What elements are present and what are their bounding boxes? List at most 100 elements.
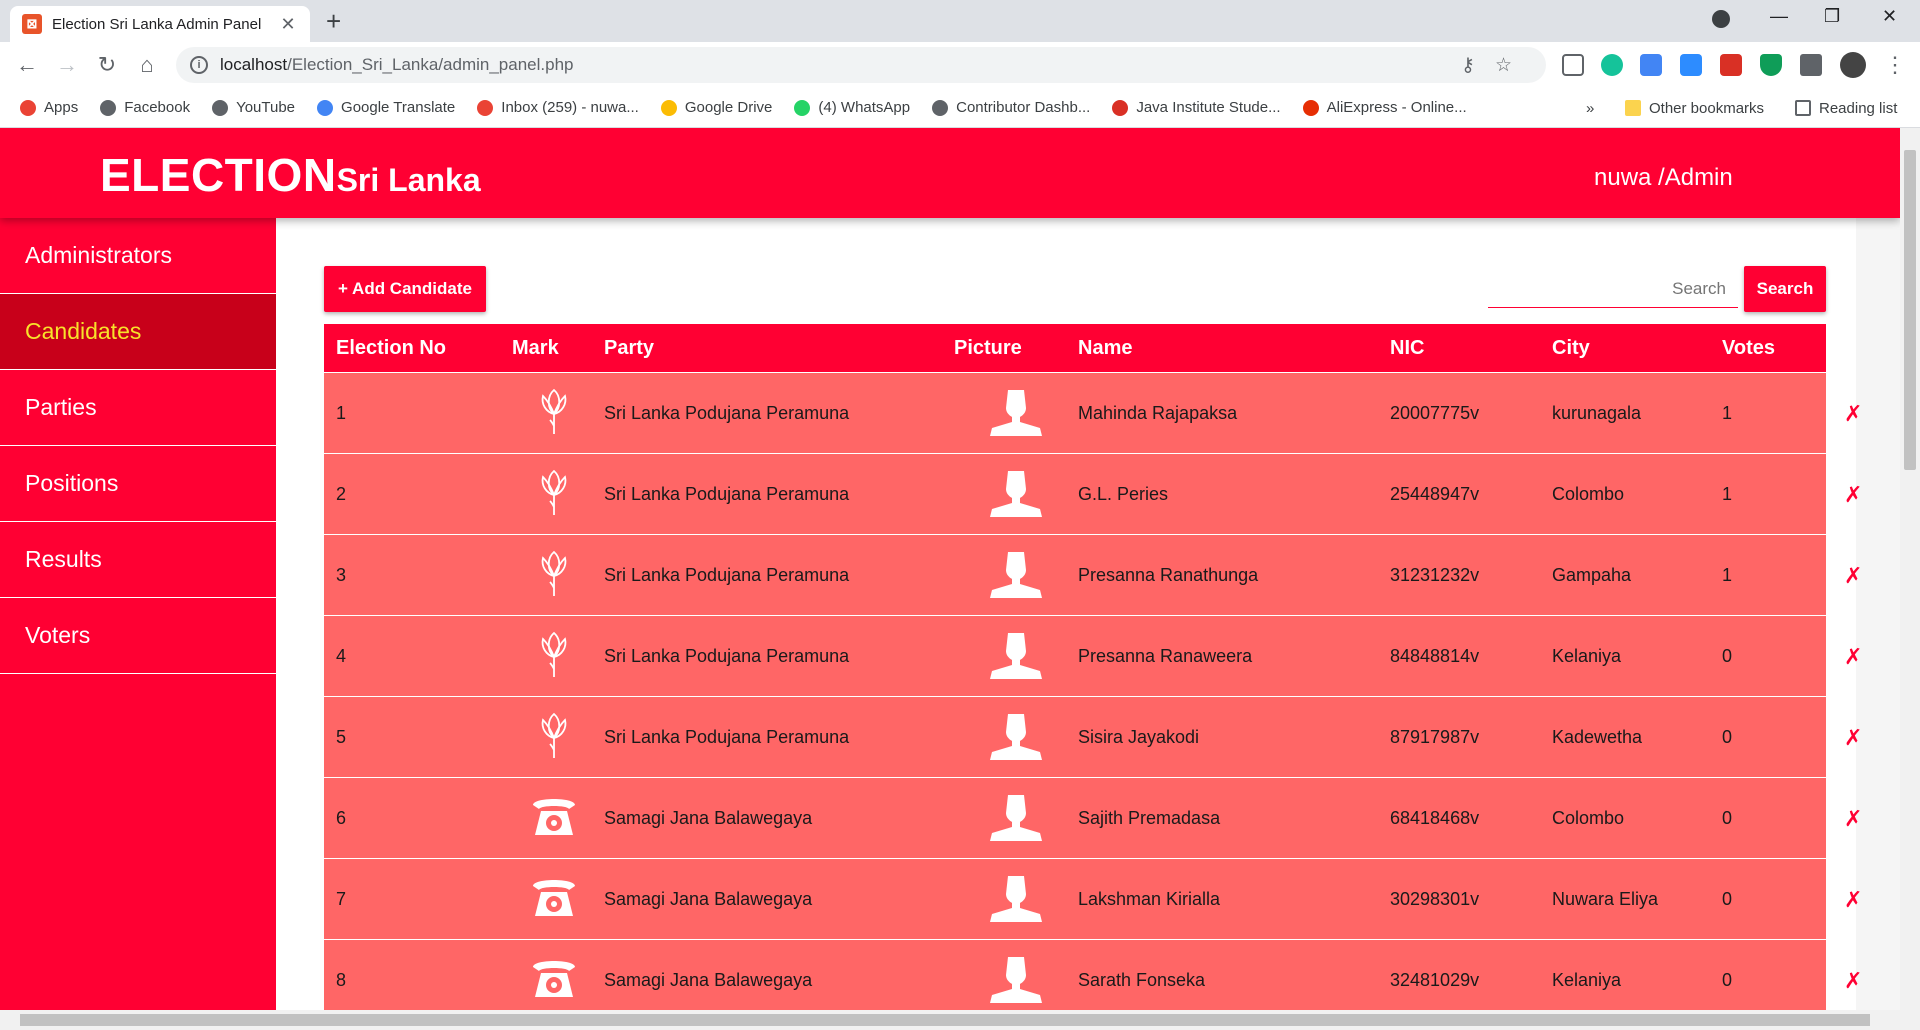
cell-picture [954,710,1078,765]
url-host: localhost [220,55,288,74]
cell-name: Mahinda Rajapaksa [1078,402,1238,423]
shield-icon[interactable] [1760,54,1782,76]
reload-icon[interactable]: ↻ [92,52,122,78]
add-candidate-button[interactable]: + Add Candidate [324,266,486,312]
vertical-scrollbar[interactable] [1900,128,1920,1010]
sidebar-item-candidates[interactable]: Candidates [0,294,276,370]
key-icon[interactable]: ⚷ [1461,55,1495,76]
reading-list[interactable]: Reading list [1795,88,1897,128]
delete-candidate-icon[interactable]: ✗ [1844,940,1862,1010]
cell-party: Sri Lanka Podujana Peramuna [604,645,850,666]
cell-mark [504,791,604,846]
bookmark-label: Google Drive [684,99,773,116]
other-bookmarks[interactable]: Other bookmarks [1625,88,1764,128]
column-header: Party [604,336,655,359]
column-header: NIC [1390,336,1425,359]
cell-name: Lakshman Kirialla [1078,888,1221,909]
avatar[interactable] [1840,52,1866,78]
back-icon[interactable]: ← [12,52,42,78]
bookmark-label: Inbox (259) - nuwa... [501,99,639,116]
browser-toolbar: ← → ↻ ⌂ i localhost/Election_Sri_Lanka/a… [0,42,1920,88]
bookmark-item[interactable]: Google Translate [317,99,455,116]
lotus-icon [537,710,571,765]
person-placeholder-icon [990,872,1042,927]
other-bookmarks-label: Other bookmarks [1649,99,1765,117]
cell-nic: 32481029v [1390,969,1480,990]
admin-page: ELECTIONSri Lanka nuwa /Admin Administra… [0,128,1900,1010]
bookmark-item[interactable]: Facebook [100,99,190,116]
bookmark-item[interactable]: YouTube [212,99,295,116]
reading-list-label: Reading list [1819,99,1898,117]
sidebar-item-results[interactable]: Results [0,522,276,598]
brand-logo: ELECTIONSri Lanka [100,148,481,202]
telephone-icon [529,953,579,1008]
main-content: + Add Candidate Search Election No Mark Pa… [276,218,1900,1010]
delete-candidate-icon[interactable]: ✗ [1844,454,1862,535]
omnibox-icons[interactable]: ⚷☆ [1461,54,1532,77]
home-icon[interactable]: ⌂ [132,52,162,78]
reader-mode-icon[interactable] [1562,54,1584,76]
vertical-scroll-thumb[interactable] [1904,150,1916,470]
sidebar-item-administrators[interactable]: Administrators [0,218,276,294]
horizontal-scroll-thumb[interactable] [20,1014,1870,1026]
google-translate-icon[interactable] [1640,54,1662,76]
bookmark-item[interactable]: (4) WhatsApp [794,99,910,116]
bookmarks-overflow-button[interactable]: » [1586,88,1594,128]
sidebar-item-voters[interactable]: Voters [0,598,276,674]
minimize-icon[interactable]: — [1770,6,1788,27]
cell-name: Sisira Jayakodi [1078,726,1200,747]
cell-mark [504,710,604,765]
url-path: /Election_Sri_Lanka/admin_panel.php [287,55,574,74]
cell-city: Colombo [1552,483,1625,504]
sidebar-item-parties[interactable]: Parties [0,370,276,446]
bookmark-item[interactable]: Java Institute Stude... [1112,99,1281,116]
cell-votes: 0 [1722,807,1733,828]
bookmark-item[interactable]: AliExpress - Online... [1302,99,1467,116]
bookmark-item[interactable]: Inbox (259) - nuwa... [477,99,639,116]
bookmark-item[interactable]: Contributor Dashb... [932,99,1090,116]
bookmark-item[interactable]: Google Drive [660,99,773,116]
tab-close-icon[interactable]: ✕ [278,14,298,35]
maximize-icon[interactable]: ❐ [1824,6,1840,27]
cell-mark [504,872,604,927]
cell-city: Nuwara Eliya [1552,888,1659,909]
menu-kebab-icon[interactable]: ⋮ [1880,52,1910,78]
bookmark-item[interactable]: Apps [20,99,78,116]
person-placeholder-icon [990,467,1042,522]
cell-name: Sarath Fonseka [1078,969,1206,990]
site-info-icon[interactable]: i [190,56,208,74]
zoom-icon[interactable] [1680,54,1702,76]
folder-icon [1625,100,1641,116]
delete-candidate-icon[interactable]: ✗ [1844,616,1862,697]
cell-nic: 31231232v [1390,564,1480,585]
window-close-icon[interactable]: ✕ [1882,6,1897,27]
search-input[interactable] [1488,270,1738,308]
cell-party: Samagi Jana Balawegaya [604,888,813,909]
bookmark-star-icon[interactable]: ☆ [1495,55,1532,76]
xampp-favicon-icon: ⊠ [22,14,42,34]
forward-icon[interactable]: → [52,52,82,78]
new-tab-icon[interactable]: + [326,8,341,34]
table-body: 1 Sri Lanka Podujana Peramuna Mahinda Raja… [324,372,1862,1010]
sidebar-item-positions[interactable]: Positions [0,446,276,522]
delete-candidate-icon[interactable]: ✗ [1844,778,1862,859]
grammarly-icon[interactable] [1601,54,1623,76]
browser-tab[interactable]: ⊠ Election Sri Lanka Admin Panel ✕ [10,6,310,42]
profile-menu-icon[interactable] [1712,10,1730,28]
horizontal-scrollbar[interactable] [0,1010,1920,1030]
search-button[interactable]: Search [1744,266,1826,312]
tab-title: Election Sri Lanka Admin Panel [52,15,262,33]
delete-candidate-icon[interactable]: ✗ [1844,535,1862,616]
table-row: 7 Samagi Jana Balawegaya Lakshman Kirialla… [324,858,1862,939]
cell-nic: 87917987v [1390,726,1480,747]
bookmark-favicon-icon [1302,99,1319,116]
pdf-icon[interactable] [1720,54,1742,76]
delete-candidate-icon[interactable]: ✗ [1844,859,1862,940]
address-bar[interactable]: i localhost/Election_Sri_Lanka/admin_pan… [176,47,1546,83]
delete-candidate-icon[interactable]: ✗ [1844,373,1862,454]
delete-candidate-icon[interactable]: ✗ [1844,697,1862,778]
cell-city: Kelaniya [1552,969,1622,990]
cell-mark [504,548,604,603]
extensions-puzzle-icon[interactable] [1800,54,1822,76]
bookmark-favicon-icon [932,99,949,116]
